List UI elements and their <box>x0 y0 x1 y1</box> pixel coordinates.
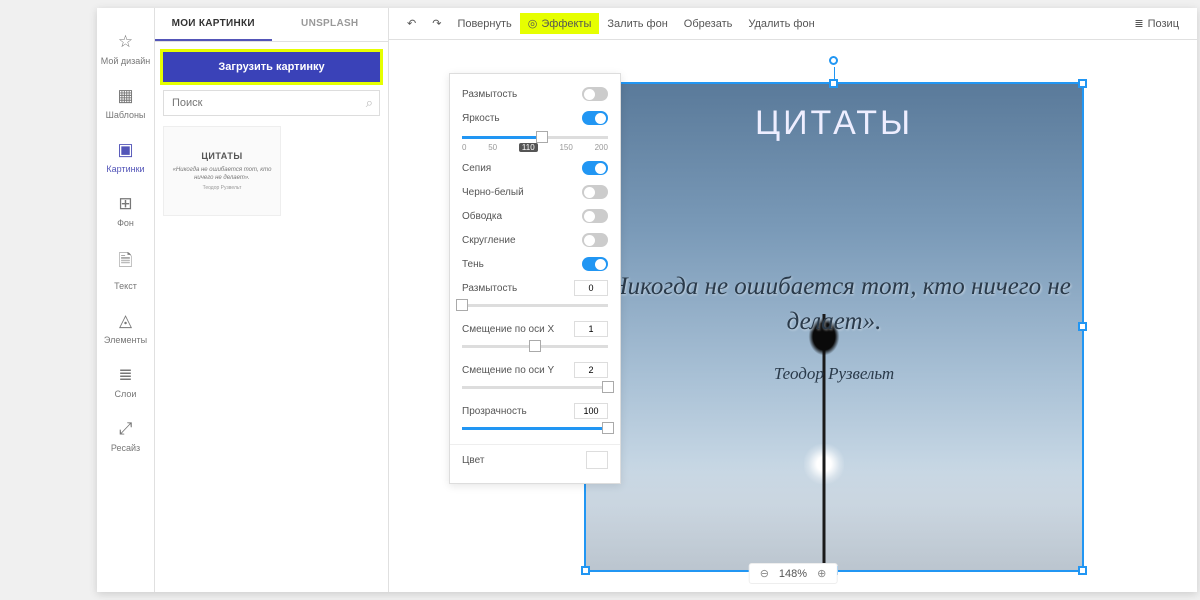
toggle-shadow[interactable] <box>582 257 608 271</box>
input-offx[interactable] <box>574 321 608 337</box>
upload-button[interactable]: Загрузить картинку <box>163 52 380 82</box>
toggle-stroke[interactable] <box>582 209 608 223</box>
rotation-handle[interactable] <box>829 56 838 65</box>
effects-icon: ◎ <box>528 17 538 30</box>
label-bw: Черно-белый <box>462 187 524 198</box>
wheat-decor <box>823 314 826 574</box>
left-sidebar: ☆Мой дизайн ▦Шаблоны ▣Картинки ⊞Фон 🗎Тек… <box>97 8 155 592</box>
toggle-bw[interactable] <box>582 185 608 199</box>
label-sepia: Сепия <box>462 163 491 174</box>
zoom-control: ⊖ 148% ⊕ <box>749 563 838 584</box>
elements-icon: ◬ <box>119 311 132 331</box>
canvas[interactable]: ЦИТАТЫ «Никогда не ошибается тот, кто ни… <box>389 40 1197 592</box>
templates-icon: ▦ <box>117 86 133 106</box>
effects-panel: Размытость Яркость 050110150200 Сепия Че… <box>449 73 621 484</box>
sidebar-item-templates[interactable]: ▦Шаблоны <box>97 76 154 130</box>
position-button[interactable]: ≣Позиц <box>1126 13 1187 34</box>
handle-tr[interactable] <box>1078 79 1087 88</box>
sidebar-item-images[interactable]: ▣Картинки <box>97 130 154 184</box>
handle-bl[interactable] <box>581 566 590 575</box>
search-icon: ⌕ <box>366 95 373 111</box>
sidebar-item-elements[interactable]: ◬Элементы <box>97 301 154 355</box>
sidebar-item-background[interactable]: ⊞Фон <box>97 184 154 238</box>
brightness-slider[interactable]: 050110150200 <box>450 130 620 156</box>
input-shadow-blur[interactable] <box>574 280 608 296</box>
label-round: Скругление <box>462 235 516 246</box>
color-swatch[interactable] <box>586 451 608 469</box>
top-toolbar: ↶ ↷ Повернуть ◎Эффекты Залить фон Обреза… <box>389 8 1197 40</box>
offy-slider[interactable] <box>450 386 620 399</box>
removebg-button[interactable]: Удалить фон <box>740 14 822 34</box>
search-input[interactable] <box>163 90 380 116</box>
handle-tm[interactable] <box>829 79 838 88</box>
selected-image[interactable]: ЦИТАТЫ «Никогда не ошибается тот, кто ни… <box>584 82 1084 572</box>
label-brightness: Яркость <box>462 113 500 124</box>
text-icon: 🗎 <box>119 248 133 277</box>
toggle-brightness[interactable] <box>582 111 608 125</box>
undo-button[interactable]: ↶ <box>399 13 424 34</box>
input-opacity[interactable] <box>574 403 608 419</box>
toggle-round[interactable] <box>582 233 608 247</box>
shadow-blur-slider[interactable] <box>450 304 620 317</box>
sidebar-item-layers[interactable]: ≣Слои <box>97 355 154 409</box>
handle-br[interactable] <box>1078 566 1087 575</box>
undo-icon: ↶ <box>407 17 416 30</box>
canvas-quote: «Никогда не ошибается тот, кто ничего не… <box>586 269 1082 339</box>
offx-slider[interactable] <box>450 345 620 358</box>
fill-button[interactable]: Залить фон <box>599 14 675 34</box>
canvas-author: Теодор Рузвельт <box>586 364 1082 384</box>
label-offy: Смещение по оси Y <box>462 365 554 376</box>
redo-button[interactable]: ↷ <box>424 13 449 34</box>
zoom-in-icon[interactable]: ⊕ <box>817 567 826 580</box>
thumb-quote: «Никогда не ошибается тот, кто ничего не… <box>164 167 280 183</box>
slider-knob[interactable] <box>536 131 548 143</box>
canvas-title: ЦИТАТЫ <box>586 104 1082 143</box>
image-thumbnail[interactable]: ЦИТАТЫ «Никогда не ошибается тот, кто ни… <box>163 126 281 216</box>
sidebar-item-text[interactable]: 🗎Текст <box>97 238 154 301</box>
label-shadow: Тень <box>462 259 484 270</box>
label-offx: Смещение по оси X <box>462 324 554 335</box>
thumb-title: ЦИТАТЫ <box>201 151 242 161</box>
zoom-out-icon[interactable]: ⊖ <box>760 567 769 580</box>
label-shadow-blur: Размытость <box>462 283 517 294</box>
label-stroke: Обводка <box>462 211 502 222</box>
crop-button[interactable]: Обрезать <box>676 14 741 34</box>
toggle-sepia[interactable] <box>582 161 608 175</box>
layers-icon: ≣ <box>118 365 132 385</box>
sidebar-item-resize[interactable]: ⤢Ресайз <box>97 409 154 463</box>
images-icon: ▣ <box>117 140 133 160</box>
input-offy[interactable] <box>574 362 608 378</box>
resize-icon: ⤢ <box>119 419 133 439</box>
label-opacity: Прозрачность <box>462 406 527 417</box>
thumb-author: Теодор Рузвельт <box>203 185 242 191</box>
tab-unsplash[interactable]: UNSPLASH <box>272 8 389 41</box>
images-panel: МОИ КАРТИНКИ UNSPLASH Загрузить картинку… <box>155 8 389 592</box>
rotate-button[interactable]: Повернуть <box>449 14 519 34</box>
redo-icon: ↷ <box>432 17 441 30</box>
effects-button[interactable]: ◎Эффекты <box>520 13 600 34</box>
background-icon: ⊞ <box>118 194 132 214</box>
zoom-level: 148% <box>779 568 807 580</box>
tab-myimages[interactable]: МОИ КАРТИНКИ <box>155 8 272 41</box>
layers-icon: ≣ <box>1134 17 1143 30</box>
star-icon: ☆ <box>118 32 133 52</box>
opacity-slider[interactable] <box>450 427 620 440</box>
toggle-blur[interactable] <box>582 87 608 101</box>
handle-mr[interactable] <box>1078 322 1087 331</box>
label-color: Цвет <box>462 455 484 466</box>
sidebar-item-mydesign[interactable]: ☆Мой дизайн <box>97 22 154 76</box>
label-blur: Размытость <box>462 89 517 100</box>
